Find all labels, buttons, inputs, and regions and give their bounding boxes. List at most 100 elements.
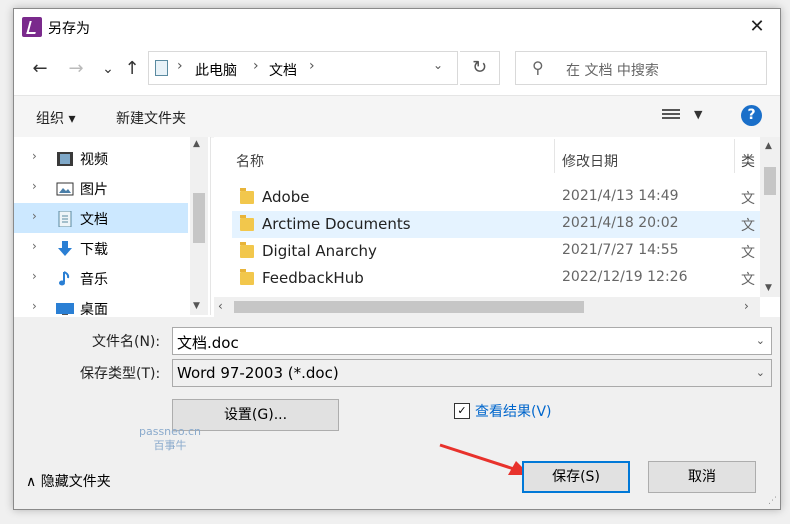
watermark-line: passneo.cn (139, 425, 201, 438)
scroll-right-icon[interactable]: › (744, 299, 749, 313)
file-name: Adobe (262, 188, 310, 206)
help-icon[interactable]: ? (741, 105, 762, 126)
nav-item-downloads[interactable]: › 下载 (14, 233, 188, 263)
scroll-left-icon[interactable]: ‹ (218, 299, 223, 313)
document-icon (58, 211, 72, 227)
column-divider[interactable] (554, 139, 555, 173)
up-button[interactable]: ↑ (120, 57, 144, 81)
save-as-dialog: 另存为 ✕ ← → ⌄ ↑ › 此电脑 › 文档 › ⌄ ↻ ⚲ 在 文档 中搜… (13, 8, 781, 510)
file-modified: 2021/4/13 14:49 (562, 188, 679, 204)
cancel-button[interactable]: 取消 (648, 461, 756, 493)
nav-item-label: 音乐 (80, 272, 108, 288)
scroll-up-icon[interactable]: ▲ (765, 141, 772, 151)
title-bar: 另存为 ✕ (14, 9, 780, 47)
file-list: ^ 名称 修改日期 类 Adobe 2021/4/13 14:49 文 Arct… (214, 137, 780, 317)
new-folder-button[interactable]: 新建文件夹 (116, 108, 186, 128)
recent-locations-button[interactable]: ⌄ (96, 57, 120, 81)
file-type: 文 (741, 218, 755, 234)
filename-value[interactable]: 文档.doc (177, 332, 239, 353)
file-row[interactable]: Arctime Documents 2021/4/18 20:02 文 (232, 211, 762, 238)
file-row[interactable]: FeedbackHub 2022/12/19 12:26 文 (232, 265, 762, 292)
file-name: FeedbackHub (262, 269, 364, 287)
nav-item-documents[interactable]: › 文档 (14, 203, 188, 233)
folder-icon (240, 188, 254, 204)
download-icon (58, 241, 72, 256)
expand-chevron-icon[interactable]: › (32, 299, 37, 313)
filename-label: 文件名(N): (92, 334, 161, 350)
view-results-label[interactable]: 查看结果(V) (475, 401, 552, 421)
scroll-down-icon[interactable]: ▼ (765, 283, 772, 293)
search-input[interactable]: 在 文档 中搜索 (566, 60, 659, 80)
file-modified: 2021/7/27 14:55 (562, 242, 679, 258)
file-row[interactable]: Digital Anarchy 2021/7/27 14:55 文 (232, 238, 762, 265)
address-bar[interactable]: › 此电脑 › 文档 › ⌄ (148, 51, 458, 85)
forward-button[interactable]: → (64, 57, 88, 81)
nav-item-videos[interactable]: › 视频 (14, 143, 188, 173)
app-icon (22, 17, 42, 37)
nav-item-desktop[interactable]: › 桌面 (14, 293, 188, 315)
expand-chevron-icon[interactable]: › (32, 179, 37, 193)
expand-chevron-icon[interactable]: › (32, 149, 37, 163)
folder-icon (240, 269, 254, 285)
file-list-vertical-scrollbar[interactable]: ▲ ▼ (760, 137, 780, 297)
file-type: 文 (741, 245, 755, 261)
search-box[interactable]: ⚲ 在 文档 中搜索 (515, 51, 767, 85)
resize-grip-icon[interactable]: ⋰ (768, 496, 777, 506)
breadcrumb-this-pc[interactable]: 此电脑 (195, 60, 237, 80)
watermark-line: 百事牛 (153, 439, 187, 452)
location-icon (155, 60, 168, 76)
column-header-name[interactable]: 名称 (236, 151, 264, 171)
filetype-value: Word 97-2003 (*.doc) (177, 364, 339, 382)
sort-ascending-icon: ^ (386, 137, 397, 146)
address-dropdown-icon[interactable]: ⌄ (433, 58, 443, 72)
video-icon (57, 152, 73, 166)
file-modified: 2022/12/19 12:26 (562, 269, 688, 285)
nav-item-label: 桌面 (80, 302, 108, 315)
close-button[interactable]: ✕ (734, 9, 780, 45)
hide-folders-label: 隐藏文件夹 (40, 474, 111, 490)
navigation-bar: ← → ⌄ ↑ › 此电脑 › 文档 › ⌄ ↻ ⚲ 在 文档 中搜索 (14, 47, 780, 91)
breadcrumb-documents[interactable]: 文档 (269, 60, 297, 80)
save-button[interactable]: 保存(S) (522, 461, 630, 493)
organize-button[interactable]: 组织 ▾ (36, 108, 75, 128)
nav-item-music[interactable]: › 音乐 (14, 263, 188, 293)
filetype-select[interactable]: Word 97-2003 (*.doc) ⌄ (172, 359, 772, 387)
file-row[interactable]: Adobe 2021/4/13 14:49 文 (232, 184, 762, 211)
breadcrumb-separator-icon[interactable]: › (177, 58, 183, 74)
scroll-up-icon[interactable]: ▲ (193, 139, 200, 149)
view-options-icon[interactable] (662, 107, 680, 123)
file-list-horizontal-scrollbar[interactable]: ‹ › (214, 297, 760, 317)
hide-folders-button[interactable]: ∧ 隐藏文件夹 (26, 471, 111, 491)
file-name: Digital Anarchy (262, 242, 377, 260)
folder-icon (240, 242, 254, 258)
watermark: passneo.cn 百事牛 (139, 425, 201, 453)
nav-pane-scrollbar[interactable]: ▲ ▼ (190, 137, 208, 315)
view-dropdown-icon[interactable]: ▼ (694, 108, 702, 121)
scroll-down-icon[interactable]: ▼ (193, 301, 200, 311)
scrollbar-thumb[interactable] (764, 167, 776, 195)
scrollbar-thumb[interactable] (193, 193, 205, 243)
column-divider[interactable] (734, 139, 735, 173)
filetype-label: 保存类型(T): (80, 366, 161, 382)
nav-item-label: 下载 (80, 242, 108, 258)
search-icon: ⚲ (532, 58, 544, 77)
filename-field[interactable]: 文档.doc ⌄ (172, 327, 772, 355)
nav-item-label: 图片 (80, 182, 108, 198)
back-button[interactable]: ← (28, 57, 52, 81)
breadcrumb-separator-icon[interactable]: › (253, 58, 259, 74)
refresh-button[interactable]: ↻ (460, 51, 500, 85)
expand-chevron-icon[interactable]: › (32, 239, 37, 253)
column-header-type[interactable]: 类 (741, 151, 755, 171)
nav-item-pictures[interactable]: › 图片 (14, 173, 188, 203)
file-modified: 2021/4/18 20:02 (562, 215, 679, 231)
expand-chevron-icon[interactable]: › (32, 269, 37, 283)
music-icon (59, 271, 70, 286)
chevron-down-icon[interactable]: ⌄ (756, 366, 765, 379)
nav-item-label: 视频 (80, 152, 108, 168)
column-header-modified[interactable]: 修改日期 (562, 151, 618, 171)
expand-chevron-icon[interactable]: › (32, 209, 37, 223)
scrollbar-thumb[interactable] (234, 301, 584, 313)
breadcrumb-separator-icon[interactable]: › (309, 58, 315, 74)
chevron-down-icon[interactable]: ⌄ (756, 334, 765, 347)
view-results-checkbox[interactable]: ✓ (454, 403, 470, 419)
